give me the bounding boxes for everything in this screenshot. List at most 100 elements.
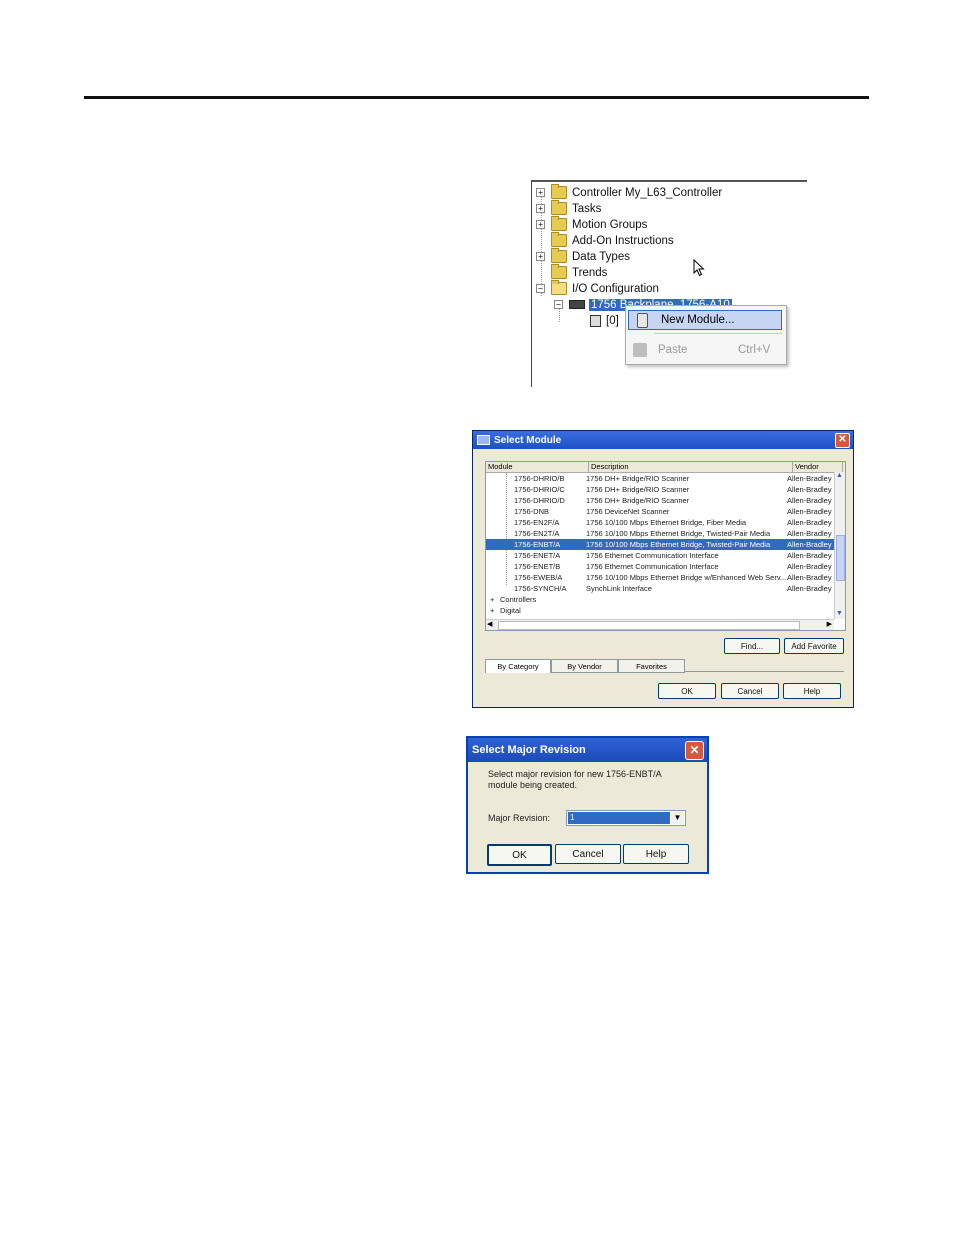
column-header-description[interactable]: Description (589, 462, 793, 472)
module-list[interactable]: Module Description Vendor 1756-DHRIO/B 17… (485, 461, 846, 631)
cell-module: 1756-DHRIO/B (514, 474, 565, 483)
scroll-up-icon[interactable]: ▲ (835, 472, 844, 481)
menu-item-new-module[interactable]: New Module... (628, 310, 782, 330)
cell-vendor: Allen-Bradley (787, 562, 832, 571)
ok-button[interactable]: OK (658, 683, 716, 699)
folder-icon (551, 184, 567, 199)
horizontal-scrollbar[interactable]: ◀ ▶ (486, 619, 834, 630)
dialog-titlebar: Select Module ✕ (473, 431, 853, 449)
major-revision-dropdown[interactable]: 1 ▼ (566, 810, 686, 826)
scroll-down-icon[interactable]: ▼ (835, 610, 844, 619)
help-button[interactable]: Help (623, 844, 689, 864)
menu-item-label: New Module... (661, 314, 735, 326)
table-row[interactable]: 1756-SYNCH/A SynchLink Interface Allen-Bra… (486, 583, 834, 594)
table-row[interactable]: 1756-DNB 1756 DeviceNet Scanner Allen-Brad… (486, 506, 834, 517)
ok-button[interactable]: OK (487, 844, 552, 866)
list-header: Module Description Vendor (486, 462, 845, 473)
table-row[interactable]: 1756-EN2T/A 1756 10/100 Mbps Ethernet Bri… (486, 528, 834, 539)
expand-icon[interactable]: + (490, 605, 500, 616)
scroll-right-icon[interactable]: ▶ (827, 620, 832, 628)
tree-item-io-configuration[interactable]: − I/O Configuration (536, 280, 659, 296)
cell-vendor: Allen-Bradley (787, 540, 832, 549)
column-header-vendor[interactable]: Vendor (793, 462, 843, 472)
expand-icon[interactable]: + (490, 594, 500, 605)
tree-item-slot-0[interactable]: [0] (590, 313, 619, 328)
table-row[interactable]: 1756-DHRIO/B 1756 DH+ Bridge/RIO Scanner A… (486, 473, 834, 484)
menu-item-label: Paste (658, 344, 688, 356)
module-slot-icon (590, 314, 601, 327)
cell-vendor: Allen-Bradley (787, 529, 832, 538)
menu-separator (654, 333, 782, 334)
cell-description: 1756 DeviceNet Scanner (586, 507, 670, 516)
table-row[interactable]: 1756-EN2F/A 1756 10/100 Mbps Ethernet Bri… (486, 517, 834, 528)
cell-description: 1756 10/100 Mbps Ethernet Bridge, Twiste… (586, 529, 771, 538)
find-button[interactable]: Find... (724, 638, 780, 654)
tree-item-add-on-instructions[interactable]: Add-On Instructions (536, 232, 674, 248)
select-major-revision-dialog: Select Major Revision ✕ Select major rev… (466, 736, 709, 874)
folder-icon (551, 200, 567, 215)
expand-icon[interactable]: + (536, 220, 545, 229)
close-button[interactable]: ✕ (685, 741, 704, 760)
tab-by-vendor[interactable]: By Vendor (551, 659, 618, 673)
open-folder-icon (551, 280, 567, 295)
add-favorite-button[interactable]: Add Favorite (784, 638, 844, 654)
folder-icon (551, 216, 567, 231)
cell-description: 1756 10/100 Mbps Ethernet Bridge, Fiber … (586, 518, 747, 527)
cell-vendor: Allen-Bradley (787, 485, 832, 494)
scroll-left-icon[interactable]: ◀ (487, 620, 492, 628)
tab-by-category[interactable]: By Category (485, 659, 551, 673)
tree-item-controller[interactable]: + Controller My_L63_Controller (536, 184, 722, 200)
close-button[interactable]: ✕ (835, 433, 850, 448)
tree-item-label: Tasks (572, 202, 602, 215)
table-row[interactable]: 1756-ENET/A 1756 Ethernet Communication I… (486, 550, 834, 561)
menu-item-paste[interactable]: Paste Ctrl+V (628, 341, 780, 359)
hscroll-thumb[interactable] (498, 621, 800, 630)
dialog-title: Select Major Revision (472, 744, 586, 756)
table-row[interactable]: 1756-EWEB/A 1756 10/100 Mbps Ethernet Bri… (486, 572, 834, 583)
tab-favorites[interactable]: Favorites (618, 659, 685, 673)
tree-item-motion-groups[interactable]: + Motion Groups (536, 216, 647, 232)
message-line: Select major revision for new 1756-ENBT/… (488, 769, 662, 779)
cancel-button[interactable]: Cancel (721, 683, 779, 699)
table-row-selected[interactable]: 1756-ENBT/A 1756 10/100 Mbps Ethernet Bri… (486, 539, 834, 550)
expand-icon[interactable]: + (536, 204, 545, 213)
window-icon (477, 435, 490, 445)
tree-item-trends[interactable]: Trends (536, 264, 607, 280)
cell-module: 1756-ENET/B (514, 562, 561, 571)
mouse-pointer-icon (693, 259, 705, 277)
cancel-button[interactable]: Cancel (555, 844, 621, 864)
tree-item-tasks[interactable]: + Tasks (536, 200, 602, 216)
scroll-thumb[interactable] (836, 535, 845, 581)
dialog-title: Select Module (494, 434, 562, 446)
dialog-message: Select major revision for new 1756-ENBT/… (488, 769, 662, 791)
cell-module: 1756-ENET/A (514, 551, 561, 560)
cell-module: 1756-DHRIO/D (514, 496, 565, 505)
collapse-icon[interactable]: − (536, 284, 545, 293)
category-row-controllers[interactable]: + Controllers (486, 594, 838, 605)
paste-icon (633, 343, 647, 357)
vertical-scrollbar[interactable]: ▲ ▼ (834, 472, 845, 619)
collapse-icon[interactable]: − (554, 300, 563, 309)
cell-vendor: Allen-Bradley (787, 518, 832, 527)
chevron-down-icon[interactable]: ▼ (671, 812, 684, 824)
cell-module: 1756-EN2F/A (514, 518, 560, 527)
major-revision-label: Major Revision: (488, 813, 551, 823)
cell-description: 1756 DH+ Bridge/RIO Scanner (586, 496, 690, 505)
table-row[interactable]: 1756-DHRIO/D 1756 DH+ Bridge/RIO Scanner A… (486, 495, 834, 506)
category-label: Digital (500, 606, 521, 615)
cell-module: 1756-DHRIO/C (514, 485, 565, 494)
category-row-digital[interactable]: + Digital (486, 605, 838, 616)
column-header-module[interactable]: Module (486, 462, 589, 472)
folder-icon (551, 232, 567, 247)
dropdown-value: 1 (568, 812, 670, 824)
cell-module: 1756-DNB (514, 507, 550, 516)
cell-description: 1756 Ethernet Communication Interface (586, 551, 719, 560)
expand-icon[interactable]: + (536, 188, 545, 197)
expand-icon[interactable]: + (536, 252, 545, 261)
cell-description: 1756 DH+ Bridge/RIO Scanner (586, 474, 690, 483)
tree-item-data-types[interactable]: + Data Types (536, 248, 630, 264)
help-button[interactable]: Help (783, 683, 841, 699)
table-row[interactable]: 1756-DHRIO/C 1756 DH+ Bridge/RIO Scanner A… (486, 484, 834, 495)
cell-vendor: Allen-Bradley (787, 507, 832, 516)
table-row[interactable]: 1756-ENET/B 1756 Ethernet Communication I… (486, 561, 834, 572)
